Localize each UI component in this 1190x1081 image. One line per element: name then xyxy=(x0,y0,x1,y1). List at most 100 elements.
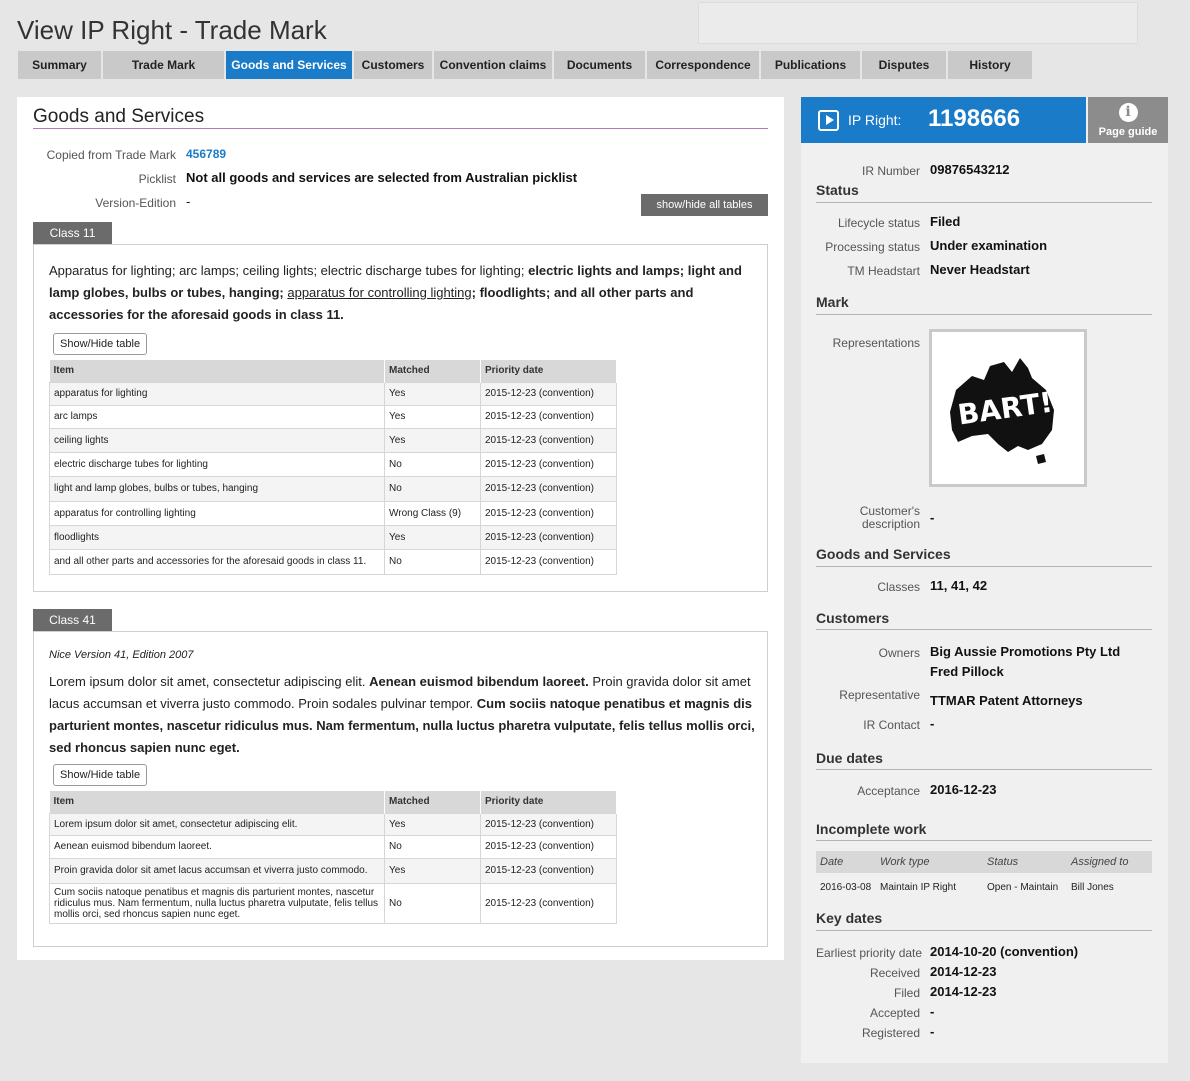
item-cell: apparatus for controlling lighting xyxy=(49,500,385,525)
item-cell: Lorem ipsum dolor sit amet, consectetur … xyxy=(49,812,385,835)
section-title: Goods and Services xyxy=(33,106,205,127)
priority-date-cell: 2015-12-23 (convention) xyxy=(480,548,617,575)
class-11-tab: Class 11 xyxy=(33,222,112,244)
incomplete-work-heading: Incomplete work xyxy=(816,821,927,837)
priority-date-cell: 2015-12-23 (convention) xyxy=(480,882,617,924)
ip-right-label: IP Right: xyxy=(848,112,902,128)
customer-description-label-line1: Customer's xyxy=(859,504,920,518)
copied-from-link[interactable]: 456789 xyxy=(186,147,226,161)
classes-value: 11, 41, 42 xyxy=(930,578,988,593)
item-cell: Proin gravida dolor sit amet lacus accum… xyxy=(49,857,385,883)
class-11-description: Apparatus for lighting; arc lamps; ceili… xyxy=(49,260,759,326)
desc-text: Apparatus for lighting; arc lamps; ceili… xyxy=(49,263,525,278)
version-edition-value: - xyxy=(186,194,191,209)
goods-services-heading: Goods and Services xyxy=(816,546,951,562)
tab-bar: Summary Trade Mark Goods and Services Cu… xyxy=(18,51,1034,79)
goods-services-divider xyxy=(816,566,1152,567)
tab-convention-claims[interactable]: Convention claims xyxy=(434,51,552,79)
column-header-item: Item xyxy=(49,360,385,382)
classes-label: Classes xyxy=(877,580,920,594)
item-cell: apparatus for lighting xyxy=(49,381,385,405)
priority-date-cell: 2015-12-23 (convention) xyxy=(480,451,617,476)
page-guide-button[interactable]: i Page guide xyxy=(1088,97,1168,143)
column-header-priority-date: Priority date xyxy=(480,791,617,813)
item-cell: floodlights xyxy=(49,524,385,549)
class-41-description: Lorem ipsum dolor sit amet, consectetur … xyxy=(49,671,759,759)
matched-cell: No xyxy=(384,475,481,501)
work-assigned-to: Bill Jones xyxy=(1071,882,1114,893)
priority-date-cell: 2015-12-23 (convention) xyxy=(480,834,617,858)
table-row: light and lamp globes, bulbs or tubes, h… xyxy=(49,475,617,501)
work-type-link[interactable]: Maintain IP Right xyxy=(876,873,983,893)
filed-label: Filed xyxy=(893,986,920,1000)
summary-sidebar: IP Right: 1198666 i Page guide IR Number… xyxy=(801,97,1168,1063)
table-row: 2016-03-08 Maintain IP Right Open - Main… xyxy=(816,873,1152,893)
picklist-value: Not all goods and services are selected … xyxy=(186,170,578,185)
item-cell: ceiling lights xyxy=(49,427,385,452)
item-cell: Aenean euismod bibendum laoreet. xyxy=(49,834,385,858)
item-cell: arc lamps xyxy=(49,404,385,428)
show-hide-all-tables-button[interactable]: show/hide all tables xyxy=(641,194,768,216)
priority-date-cell: 2015-12-23 (convention) xyxy=(480,475,617,501)
lifecycle-status-value: Filed xyxy=(930,214,961,229)
tm-headstart-value: Never Headstart xyxy=(930,262,1030,277)
matched-cell: No xyxy=(384,451,481,476)
table-row: electric discharge tubes for lighting No 2… xyxy=(49,451,617,476)
matched-cell: Yes xyxy=(384,857,481,883)
priority-date-cell: 2015-12-23 (convention) xyxy=(480,812,617,835)
owner-1: Big Aussie Promotions Pty Ltd xyxy=(930,644,1121,659)
table-row: Aenean euismod bibendum laoreet. No 2015-1… xyxy=(49,834,617,858)
column-header-date: Date xyxy=(816,851,876,873)
key-dates-heading: Key dates xyxy=(816,910,883,926)
tab-disputes[interactable]: Disputes xyxy=(862,51,946,79)
filed-value: 2014-12-23 xyxy=(930,984,997,999)
tab-history[interactable]: History xyxy=(948,51,1032,79)
processing-status-value: Under examination xyxy=(930,238,1048,253)
owner-2: Fred Pillock xyxy=(930,664,1004,679)
ir-number-value: 09876543212 xyxy=(930,162,1010,177)
matched-cell: Yes xyxy=(384,524,481,549)
table-row: arc lamps Yes 2015-12-23 (convention) xyxy=(49,404,617,428)
show-hide-table-button[interactable]: Show/Hide table xyxy=(53,333,148,355)
tab-summary[interactable]: Summary xyxy=(18,51,101,79)
desc-text: Lorem ipsum dolor sit amet, consectetur … xyxy=(49,674,366,689)
play-icon xyxy=(818,110,839,131)
ip-right-number: 1198666 xyxy=(928,105,1021,132)
tab-goods-and-services[interactable]: Goods and Services xyxy=(226,51,352,79)
column-header-status: Status xyxy=(983,851,1067,873)
key-dates-divider xyxy=(816,930,1152,931)
item-cell: and all other parts and accessories for … xyxy=(49,548,385,575)
registered-value: - xyxy=(930,1024,935,1039)
customer-description-label: Customer's description xyxy=(816,505,920,531)
item-cell: electric discharge tubes for lighting xyxy=(49,451,385,476)
show-hide-table-button[interactable]: Show/Hide table xyxy=(53,764,148,786)
received-value: 2014-12-23 xyxy=(930,964,997,979)
registered-label: Registered xyxy=(861,1026,920,1040)
due-dates-divider xyxy=(816,769,1152,770)
tab-customers[interactable]: Customers xyxy=(354,51,432,79)
picklist-label: Picklist xyxy=(138,172,176,186)
tab-correspondence[interactable]: Correspondence xyxy=(647,51,759,79)
mark-heading: Mark xyxy=(816,294,849,310)
table-row: apparatus for lighting Yes 2015-12-23 (con… xyxy=(49,381,617,405)
table-row: apparatus for controlling lighting Wrong … xyxy=(49,500,617,525)
representations-label: Representations xyxy=(832,336,920,350)
incomplete-work-table: Date Work type Status Assigned to 2016-0… xyxy=(816,851,1152,893)
tab-trade-mark[interactable]: Trade Mark xyxy=(103,51,224,79)
nice-version: Nice Version 41, Edition 2007 xyxy=(49,649,194,661)
status-heading: Status xyxy=(816,182,859,198)
ir-contact-value: - xyxy=(930,716,935,731)
copied-from-label: Copied from Trade Mark xyxy=(46,148,176,162)
received-label: Received xyxy=(869,966,920,980)
column-header-priority-date: Priority date xyxy=(480,360,617,382)
priority-date-cell: 2015-12-23 (convention) xyxy=(480,524,617,549)
customer-description-value: - xyxy=(930,510,935,525)
tab-documents[interactable]: Documents xyxy=(554,51,645,79)
table-row: ceiling lights Yes 2015-12-23 (convention) xyxy=(49,427,617,452)
customers-heading: Customers xyxy=(816,610,890,626)
priority-date-cell: 2015-12-23 (convention) xyxy=(480,427,617,452)
tab-publications[interactable]: Publications xyxy=(761,51,860,79)
item-cell: light and lamp globes, bulbs or tubes, h… xyxy=(49,475,385,501)
matched-cell: No xyxy=(384,548,481,575)
table-row: Lorem ipsum dolor sit amet, consectetur … xyxy=(49,812,617,835)
